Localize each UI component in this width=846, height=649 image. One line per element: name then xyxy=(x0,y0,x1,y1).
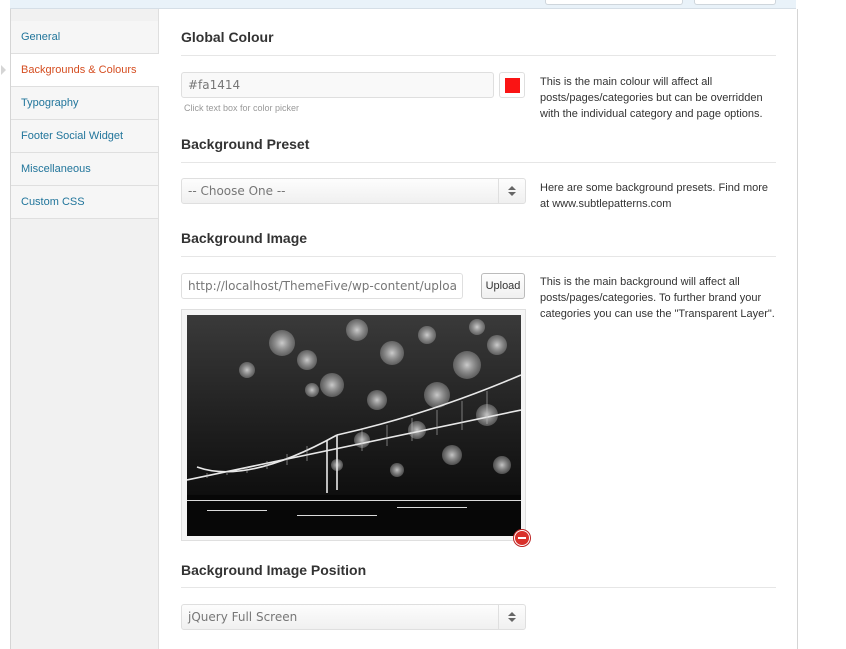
divider xyxy=(181,587,776,588)
colour-swatch xyxy=(505,78,520,93)
global-colour-input[interactable]: #fa1414 xyxy=(181,72,494,98)
nav-item-typography[interactable]: Typography xyxy=(11,87,158,120)
background-image-title: Background Image xyxy=(181,230,308,246)
background-image-position-title: Background Image Position xyxy=(181,562,367,578)
background-image-preview xyxy=(181,309,526,541)
background-image-description: This is the main background will affect … xyxy=(540,276,775,320)
admin-top-bar xyxy=(10,0,796,9)
nav-item-label: Typography xyxy=(21,97,79,109)
select-arrows-icon xyxy=(498,179,525,203)
nav-item-miscellaneous[interactable]: Miscellaneous xyxy=(11,153,158,186)
nav-item-label: Miscellaneous xyxy=(21,163,91,175)
nav-item-label: Backgrounds & Colours xyxy=(21,64,137,76)
nav-item-custom-css[interactable]: Custom CSS xyxy=(11,186,158,219)
colour-picker-hint: Click text box for color picker xyxy=(184,103,300,113)
top-button-stub[interactable] xyxy=(694,0,776,5)
global-colour-description: This is the main colour will affect all … xyxy=(540,76,763,120)
nav-item-label: Custom CSS xyxy=(21,196,85,208)
divider xyxy=(181,256,776,257)
background-image-position-select[interactable]: jQuery Full Screen xyxy=(181,604,526,630)
background-preset-title: Background Preset xyxy=(181,136,310,152)
nav-item-label: General xyxy=(21,31,61,43)
upload-button[interactable]: Upload xyxy=(481,273,525,299)
remove-image-icon[interactable] xyxy=(515,531,529,545)
global-colour-title: Global Colour xyxy=(181,29,274,45)
options-sidebar: General Backgrounds & Colours Typography… xyxy=(1,9,159,649)
divider xyxy=(181,55,776,56)
background-image-url-input[interactable]: http://localhost/ThemeFive/wp-content/up… xyxy=(181,273,463,299)
nav-item-footer-social-widget[interactable]: Footer Social Widget xyxy=(11,120,158,153)
nav-item-label: Footer Social Widget xyxy=(21,130,124,142)
background-preset-value: -- Choose One -- xyxy=(188,184,286,198)
bridge-photo-image xyxy=(187,315,521,536)
nav-item-backgrounds-colours[interactable]: Backgrounds & Colours xyxy=(1,54,159,87)
options-nav: General Backgrounds & Colours Typography… xyxy=(1,9,159,219)
active-arrow-icon xyxy=(1,65,6,75)
background-image-position-value: jQuery Full Screen xyxy=(188,610,298,624)
background-preset-select[interactable]: -- Choose One -- xyxy=(181,178,526,204)
nav-item-general[interactable]: General xyxy=(11,21,158,54)
background-preset-description: Here are some background presets. Find m… xyxy=(540,182,769,210)
colour-swatch-button[interactable] xyxy=(499,72,525,98)
top-search-stub[interactable] xyxy=(545,0,683,5)
divider xyxy=(181,162,776,163)
select-arrows-icon xyxy=(498,605,525,629)
